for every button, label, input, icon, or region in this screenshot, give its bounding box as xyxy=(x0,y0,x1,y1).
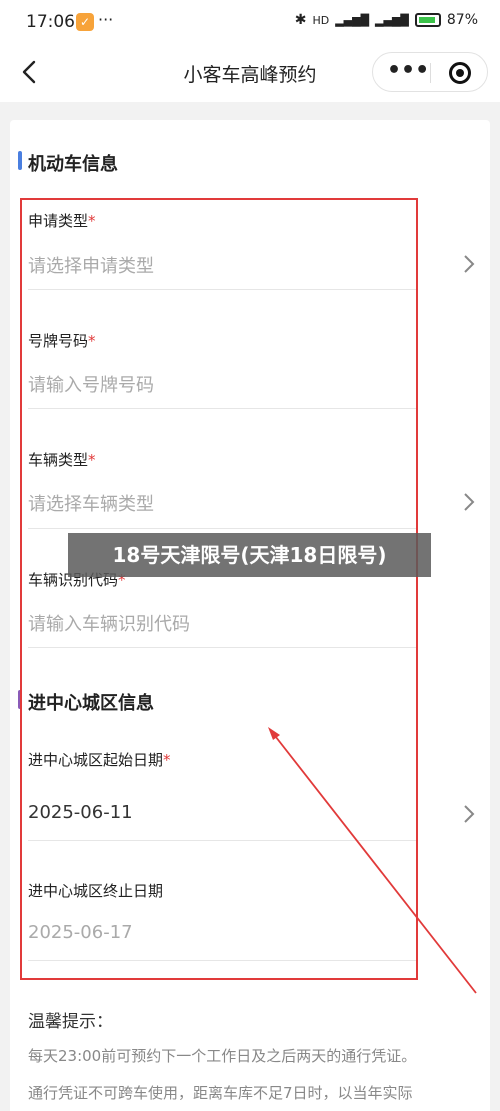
tips-line: 每天23:00前可预约下一个工作日及之后两天的通行凭证。 xyxy=(28,1047,417,1065)
field-label-end-date: 进中心城区终止日期 xyxy=(28,880,163,901)
capsule-divider xyxy=(430,63,431,83)
section-title-vehicle: 机动车信息 xyxy=(28,154,118,175)
status-time: 17:06 xyxy=(26,12,75,32)
signal-icon: ▂▄▆█ xyxy=(335,13,370,27)
more-options-button[interactable]: ••• xyxy=(387,58,429,86)
battery-icon xyxy=(414,13,441,27)
required-mark: * xyxy=(88,212,96,230)
required-mark: * xyxy=(88,451,96,469)
signal-icon-2: ▂▄▆█ xyxy=(375,13,409,27)
status-more-icon: ··· xyxy=(98,10,114,29)
app-notification-icon: ✓ xyxy=(76,13,94,31)
tips-title: 温馨提示： xyxy=(28,1012,113,1032)
divider xyxy=(28,647,418,648)
tips-line: 通行凭证不可跨车使用，距离车库不足7日时，以当年实际 xyxy=(28,1084,413,1102)
required-mark: * xyxy=(163,751,171,769)
section-accent-bar xyxy=(18,690,22,709)
status-bar: 17:06 ✓ ··· ✱ HD ▂▄▆█ ▂▄▆█ 87% xyxy=(0,0,500,44)
end-date-field: 2025-06-17 xyxy=(28,922,133,943)
divider xyxy=(28,528,418,529)
chevron-right-icon[interactable] xyxy=(463,492,475,512)
field-label-apply-type: 申请类型* xyxy=(28,210,96,231)
divider xyxy=(28,289,418,290)
headline-banner: 18号天津限号(天津18日限号) xyxy=(68,533,431,577)
bluetooth-icon: ✱ xyxy=(294,12,307,28)
vehicle-type-select[interactable]: 请选择车辆类型 xyxy=(28,490,154,516)
field-label-text: 申请类型 xyxy=(28,212,89,230)
battery-level: 87% xyxy=(446,12,478,28)
field-label-text: 进中心城区起始日期 xyxy=(28,751,164,769)
field-label-text: 号牌号码 xyxy=(28,332,89,350)
nav-bar: 小客车高峰预约 ••• xyxy=(0,44,500,102)
status-indicators: ✱ HD ▂▄▆█ ▂▄▆█ 87% xyxy=(295,12,478,28)
plate-number-input[interactable]: 请输入号牌号码 xyxy=(28,371,154,397)
divider xyxy=(28,840,418,841)
close-mini-program-button[interactable] xyxy=(449,62,471,84)
section-title-city-entry: 进中心城区信息 xyxy=(28,693,154,714)
divider xyxy=(28,408,418,409)
field-label-text: 车辆类型 xyxy=(28,451,89,469)
field-label-text: 进中心城区终止日期 xyxy=(28,882,164,900)
field-label-start-date: 进中心城区起始日期* xyxy=(28,749,171,770)
vin-input[interactable]: 请输入车辆识别代码 xyxy=(28,610,190,636)
chevron-right-icon[interactable] xyxy=(463,804,475,824)
required-mark: * xyxy=(88,332,96,350)
divider xyxy=(28,960,418,961)
section-accent-bar xyxy=(18,151,22,170)
field-label-plate: 号牌号码* xyxy=(28,330,96,351)
chevron-right-icon[interactable] xyxy=(463,254,475,274)
start-date-picker[interactable]: 2025-06-11 xyxy=(28,802,133,823)
field-label-vehicle-type: 车辆类型* xyxy=(28,449,96,470)
mini-program-capsule: ••• xyxy=(372,52,488,92)
apply-type-select[interactable]: 请选择申请类型 xyxy=(28,252,154,278)
hd-icon: HD xyxy=(312,13,330,27)
